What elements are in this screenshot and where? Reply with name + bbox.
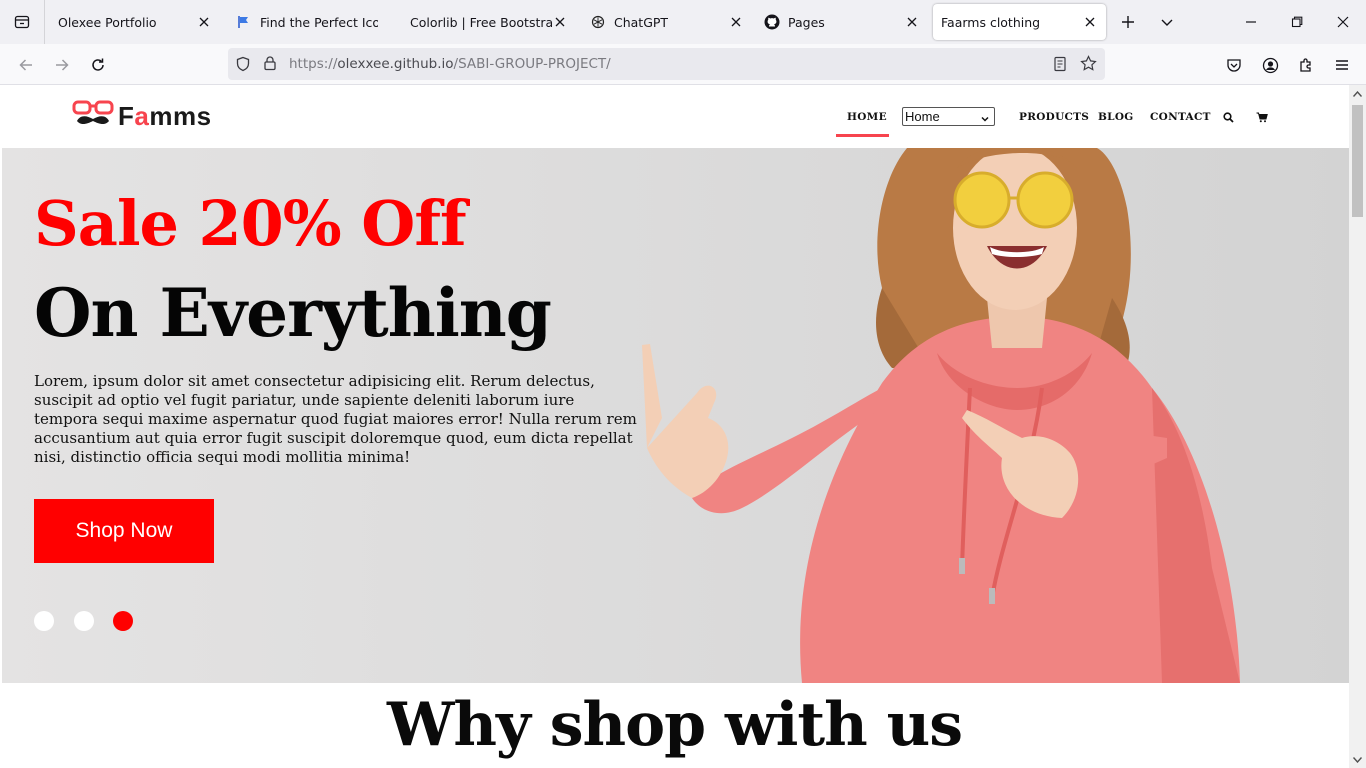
carousel-dot-1[interactable]	[34, 611, 54, 631]
tab-pages[interactable]: Pages	[752, 4, 928, 40]
brand-prefix: F	[118, 100, 135, 131]
flag-icon	[236, 14, 252, 30]
github-icon	[764, 14, 780, 30]
web-page: Famms HOME Home PRODUCTS BLOG CONTACT Sa…	[0, 85, 1349, 768]
address-bar[interactable]: https://olexxee.github.io/SABI-GROUP-PRO…	[228, 48, 1105, 80]
hero-headline-sale: Sale 20% Off	[34, 187, 467, 260]
chevron-down-icon	[980, 111, 990, 128]
url-text[interactable]: https://olexxee.github.io/SABI-GROUP-PRO…	[289, 56, 611, 72]
lock-icon[interactable]	[262, 55, 278, 75]
tab-title: Colorlib | Free Bootstrap W	[410, 14, 552, 30]
reload-icon[interactable]	[85, 52, 111, 78]
close-window-icon[interactable]	[1331, 10, 1355, 34]
minimize-window-icon[interactable]	[1239, 10, 1263, 34]
scrollbar-thumb[interactable]	[1352, 105, 1363, 217]
new-tab-icon[interactable]	[1116, 10, 1140, 34]
url-host: olexxee.github.io	[337, 56, 454, 72]
back-icon[interactable]	[13, 52, 39, 78]
tab-title: Olexee Portfolio	[58, 14, 157, 30]
menu-products[interactable]: PRODUCTS	[1019, 111, 1089, 123]
site-header: Famms HOME Home PRODUCTS BLOG CONTACT	[0, 85, 1349, 148]
menu-contact[interactable]: CONTACT	[1150, 111, 1211, 123]
menu-blog[interactable]: BLOG	[1098, 111, 1134, 123]
restore-window-icon[interactable]	[1285, 10, 1309, 34]
tab-title: Find the Perfect Icon fo	[260, 14, 378, 30]
close-tab-icon[interactable]	[904, 14, 920, 30]
brand-accent: a	[134, 100, 150, 131]
glasses-mustache-icon	[72, 99, 116, 133]
menu-active-underline	[836, 134, 889, 137]
scroll-up-arrow-icon[interactable]	[1352, 88, 1363, 99]
account-icon[interactable]	[1257, 52, 1283, 78]
carousel-dot-3[interactable]	[113, 611, 133, 631]
menu-select-value: Home	[905, 109, 940, 124]
close-tab-icon[interactable]	[552, 14, 568, 30]
brand-suffix: mms	[149, 100, 212, 131]
scroll-down-arrow-icon[interactable]	[1352, 754, 1363, 765]
tab-chatgpt[interactable]: ChatGPT	[578, 4, 752, 40]
close-tab-icon[interactable]	[196, 14, 212, 30]
reader-view-icon[interactable]	[1052, 56, 1068, 76]
app-menu-icon[interactable]	[1329, 52, 1355, 78]
why-shop-heading: Why shop with us	[386, 690, 963, 760]
cart-icon[interactable]	[1255, 110, 1269, 124]
bookmark-star-icon[interactable]	[1080, 55, 1097, 76]
tab-colorlib[interactable]: Colorlib | Free Bootstrap W	[398, 4, 576, 40]
menu-home[interactable]: HOME	[847, 111, 887, 123]
list-all-tabs-icon[interactable]	[1155, 10, 1179, 34]
pocket-icon[interactable]	[1221, 52, 1247, 78]
tab-title: Pages	[788, 14, 825, 30]
site-logo[interactable]: Famms	[72, 99, 212, 133]
brand-name: Famms	[118, 101, 212, 132]
tab-list-icon[interactable]	[0, 0, 45, 44]
tab-title: Faarms clothing	[941, 14, 1041, 30]
tab-olexee-portfolio[interactable]: Olexee Portfolio	[46, 4, 220, 40]
url-path: /SABI-GROUP-PROJECT/	[453, 56, 611, 72]
hero-description: Lorem, ipsum dolor sit amet consectetur …	[34, 372, 637, 466]
close-tab-icon[interactable]	[728, 14, 744, 30]
menu-select-dropdown[interactable]: Home	[902, 107, 995, 126]
hero-headline-everything: On Everything	[34, 274, 552, 352]
shield-icon[interactable]	[235, 56, 251, 76]
tab-faarms-clothing[interactable]: Faarms clothing	[933, 4, 1106, 40]
url-scheme: https://	[289, 56, 338, 72]
tab-find-icon[interactable]: Find the Perfect Icon fo	[224, 4, 396, 40]
carousel-dot-2[interactable]	[74, 611, 94, 631]
forward-icon[interactable]	[49, 52, 75, 78]
search-icon[interactable]	[1221, 110, 1235, 124]
page-scrollbar[interactable]	[1349, 85, 1366, 768]
shop-now-button[interactable]: Shop Now	[34, 499, 214, 563]
browser-nav-bar: https://olexxee.github.io/SABI-GROUP-PRO…	[0, 44, 1366, 85]
browser-tab-bar: Olexee Portfolio Find the Perfect Icon f…	[0, 0, 1366, 44]
tab-title: ChatGPT	[614, 14, 669, 30]
close-tab-icon[interactable]	[1082, 14, 1098, 30]
extensions-icon[interactable]	[1293, 52, 1319, 78]
chatgpt-icon	[590, 14, 606, 30]
hero-slider: Sale 20% Off On Everything Lorem, ipsum …	[2, 148, 1349, 683]
